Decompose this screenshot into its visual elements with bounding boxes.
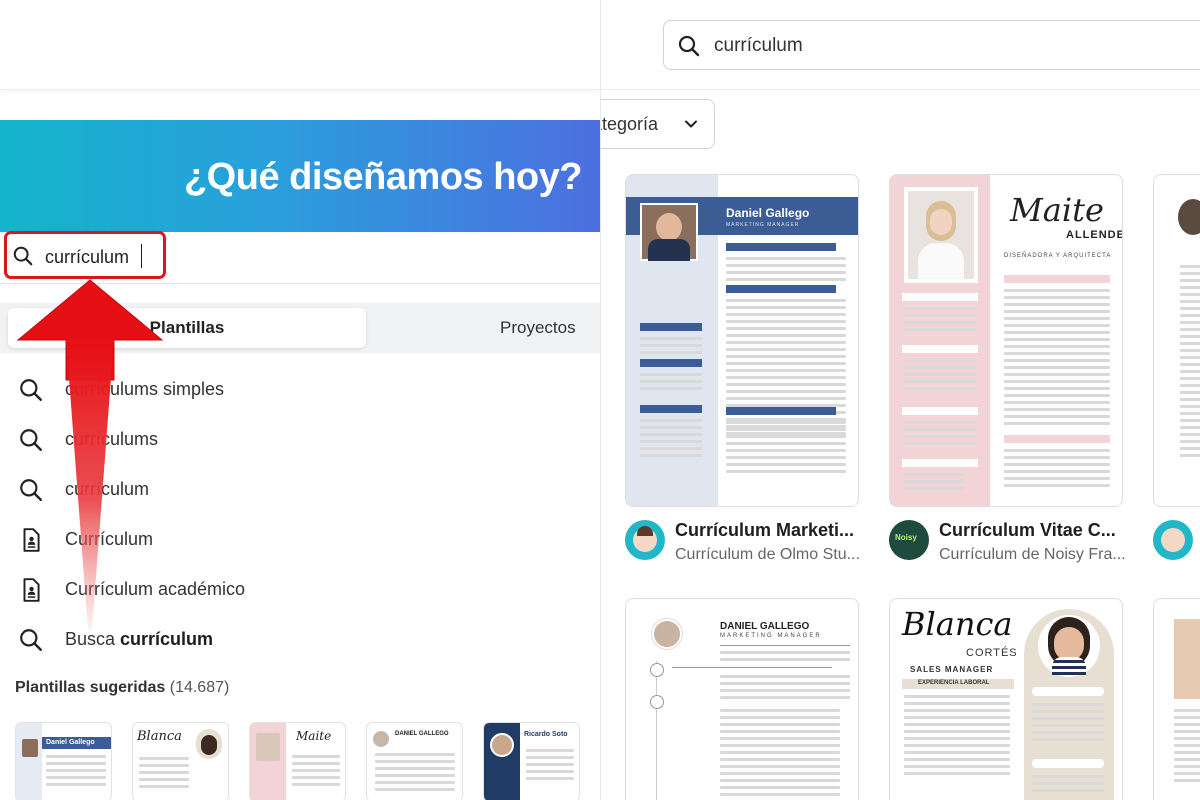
category-filter-button[interactable]: ategoría <box>601 99 715 149</box>
results-top-bar: currículum <box>601 0 1200 90</box>
hero-title: ¿Qué diseñamos hoy? <box>183 156 583 198</box>
resume-surname: ALLENDE <box>1066 229 1123 241</box>
suggested-count: (14.687) <box>169 679 230 696</box>
suggestion-item[interactable]: Currículum académico <box>0 565 600 615</box>
resume-role: DISEÑADORA Y ARQUITECTA <box>1004 253 1112 259</box>
creator-avatar <box>625 520 665 560</box>
thumbnail-label: Maite <box>296 729 332 743</box>
template-thumbnail[interactable]: Daniel Gallego <box>15 722 112 800</box>
creator-avatar <box>1153 520 1193 560</box>
search-icon <box>20 479 42 501</box>
suggested-title: Plantillas sugeridas <box>15 679 166 696</box>
template-card[interactable] <box>1153 174 1200 507</box>
thumbnail-label: DANIEL GALLEGO <box>395 731 449 737</box>
template-thumbnail[interactable]: Maite <box>249 722 346 800</box>
template-creator: Currículum de Noisy Fra... <box>939 546 1126 563</box>
suggestion-item[interactable]: Currículum <box>0 515 600 565</box>
suggested-templates-heading: Plantillas sugeridas (14.687) <box>15 679 229 697</box>
suggestion-query: currículum <box>120 629 214 649</box>
category-filter-label: ategoría <box>601 114 659 134</box>
suggestion-item[interactable]: currículums simples <box>0 365 600 415</box>
divider <box>0 283 600 284</box>
top-bar <box>0 0 600 90</box>
resume-role: MARKETING MANAGER <box>726 222 800 228</box>
thumbnail-label: Daniel Gallego <box>46 739 95 746</box>
suggestion-item[interactable]: Busca currículum <box>0 615 600 665</box>
template-title: Currículum Marketi... <box>675 520 855 540</box>
chevron-down-icon <box>685 120 697 128</box>
suggestion-prefix: Busca <box>65 629 121 649</box>
hero-banner: ¿Qué diseñamos hoy? <box>0 120 600 232</box>
template-thumbnail[interactable]: Blanca <box>132 722 229 800</box>
template-card[interactable]: Maite ALLENDE DISEÑADORA Y ARQUITECTA <box>889 174 1123 507</box>
suggestion-item[interactable]: currículums <box>0 415 600 465</box>
suggestion-label: currículum <box>65 479 150 499</box>
search-icon <box>678 35 700 57</box>
resume-photo <box>640 203 698 261</box>
resume-name: Blanca <box>902 605 1013 643</box>
results-panel: currículum ategoría Daniel Gallego MARKE… <box>600 0 1200 800</box>
suggestion-item[interactable]: currículum <box>0 465 600 515</box>
results-search-value: currículum <box>714 35 803 56</box>
resume-name: DANIEL GALLEGO <box>720 621 810 632</box>
resume-section: EXPERIENCIA LABORAL <box>918 680 990 686</box>
thumbnail-label: Ricardo Soto <box>524 731 568 738</box>
search-icon <box>20 629 42 651</box>
template-card[interactable]: Daniel Gallego MARKETING MANAGER <box>625 174 859 507</box>
results-search-input[interactable]: currículum <box>663 20 1200 70</box>
suggestion-label: currículums <box>65 429 159 449</box>
search-input[interactable]: currículum <box>4 231 166 279</box>
template-card-meta[interactable]: Currículum Marketi... Currículum de Olmo… <box>625 520 875 580</box>
suggestion-label: Busca currículum <box>65 629 213 650</box>
document-icon <box>23 528 40 552</box>
suggestion-label: Currículum <box>65 529 154 549</box>
template-card-meta[interactable]: Noisy Currículum Vitae C... Currículum d… <box>889 520 1139 580</box>
resume-role: MARKETING MANAGER <box>720 633 822 639</box>
template-creator: Currículum de Olmo Stu... <box>675 546 860 563</box>
resume-name: Daniel Gallego <box>726 206 810 220</box>
template-card[interactable] <box>1153 598 1200 800</box>
template-thumbnail[interactable]: Ricardo Soto <box>483 722 580 800</box>
template-card-meta[interactable] <box>1153 520 1200 580</box>
template-thumbnail[interactable]: DANIEL GALLEGO <box>366 722 463 800</box>
tab-bar: Plantillas Proyectos <box>0 303 600 353</box>
template-card[interactable]: DANIEL GALLEGO MARKETING MANAGER <box>625 598 859 800</box>
tab-proyectos[interactable]: Proyectos <box>500 318 576 338</box>
template-card[interactable]: Blanca CORTÉS SALES MANAGER EXPERIENCIA … <box>889 598 1123 800</box>
resume-name: Maite <box>1010 191 1104 229</box>
search-input-value: currículum <box>45 247 130 267</box>
search-icon <box>20 379 42 401</box>
resume-surname: CORTÉS <box>966 647 1018 659</box>
suggestion-label: Currículum académico <box>65 579 246 599</box>
thumbnail-label: Blanca <box>137 729 182 744</box>
creator-avatar: Noisy <box>889 520 929 560</box>
template-title: Currículum Vitae C... <box>939 520 1116 540</box>
resume-photo <box>904 187 978 283</box>
tab-plantillas[interactable]: Plantillas <box>8 308 366 348</box>
search-panel: ¿Qué diseñamos hoy? currículum Plantilla… <box>0 0 600 800</box>
suggestion-label: currículums simples <box>65 379 225 399</box>
search-icon <box>13 246 33 266</box>
resume-role: SALES MANAGER <box>910 665 994 674</box>
search-icon <box>20 429 42 451</box>
document-icon <box>23 578 40 602</box>
text-caret <box>141 244 142 268</box>
